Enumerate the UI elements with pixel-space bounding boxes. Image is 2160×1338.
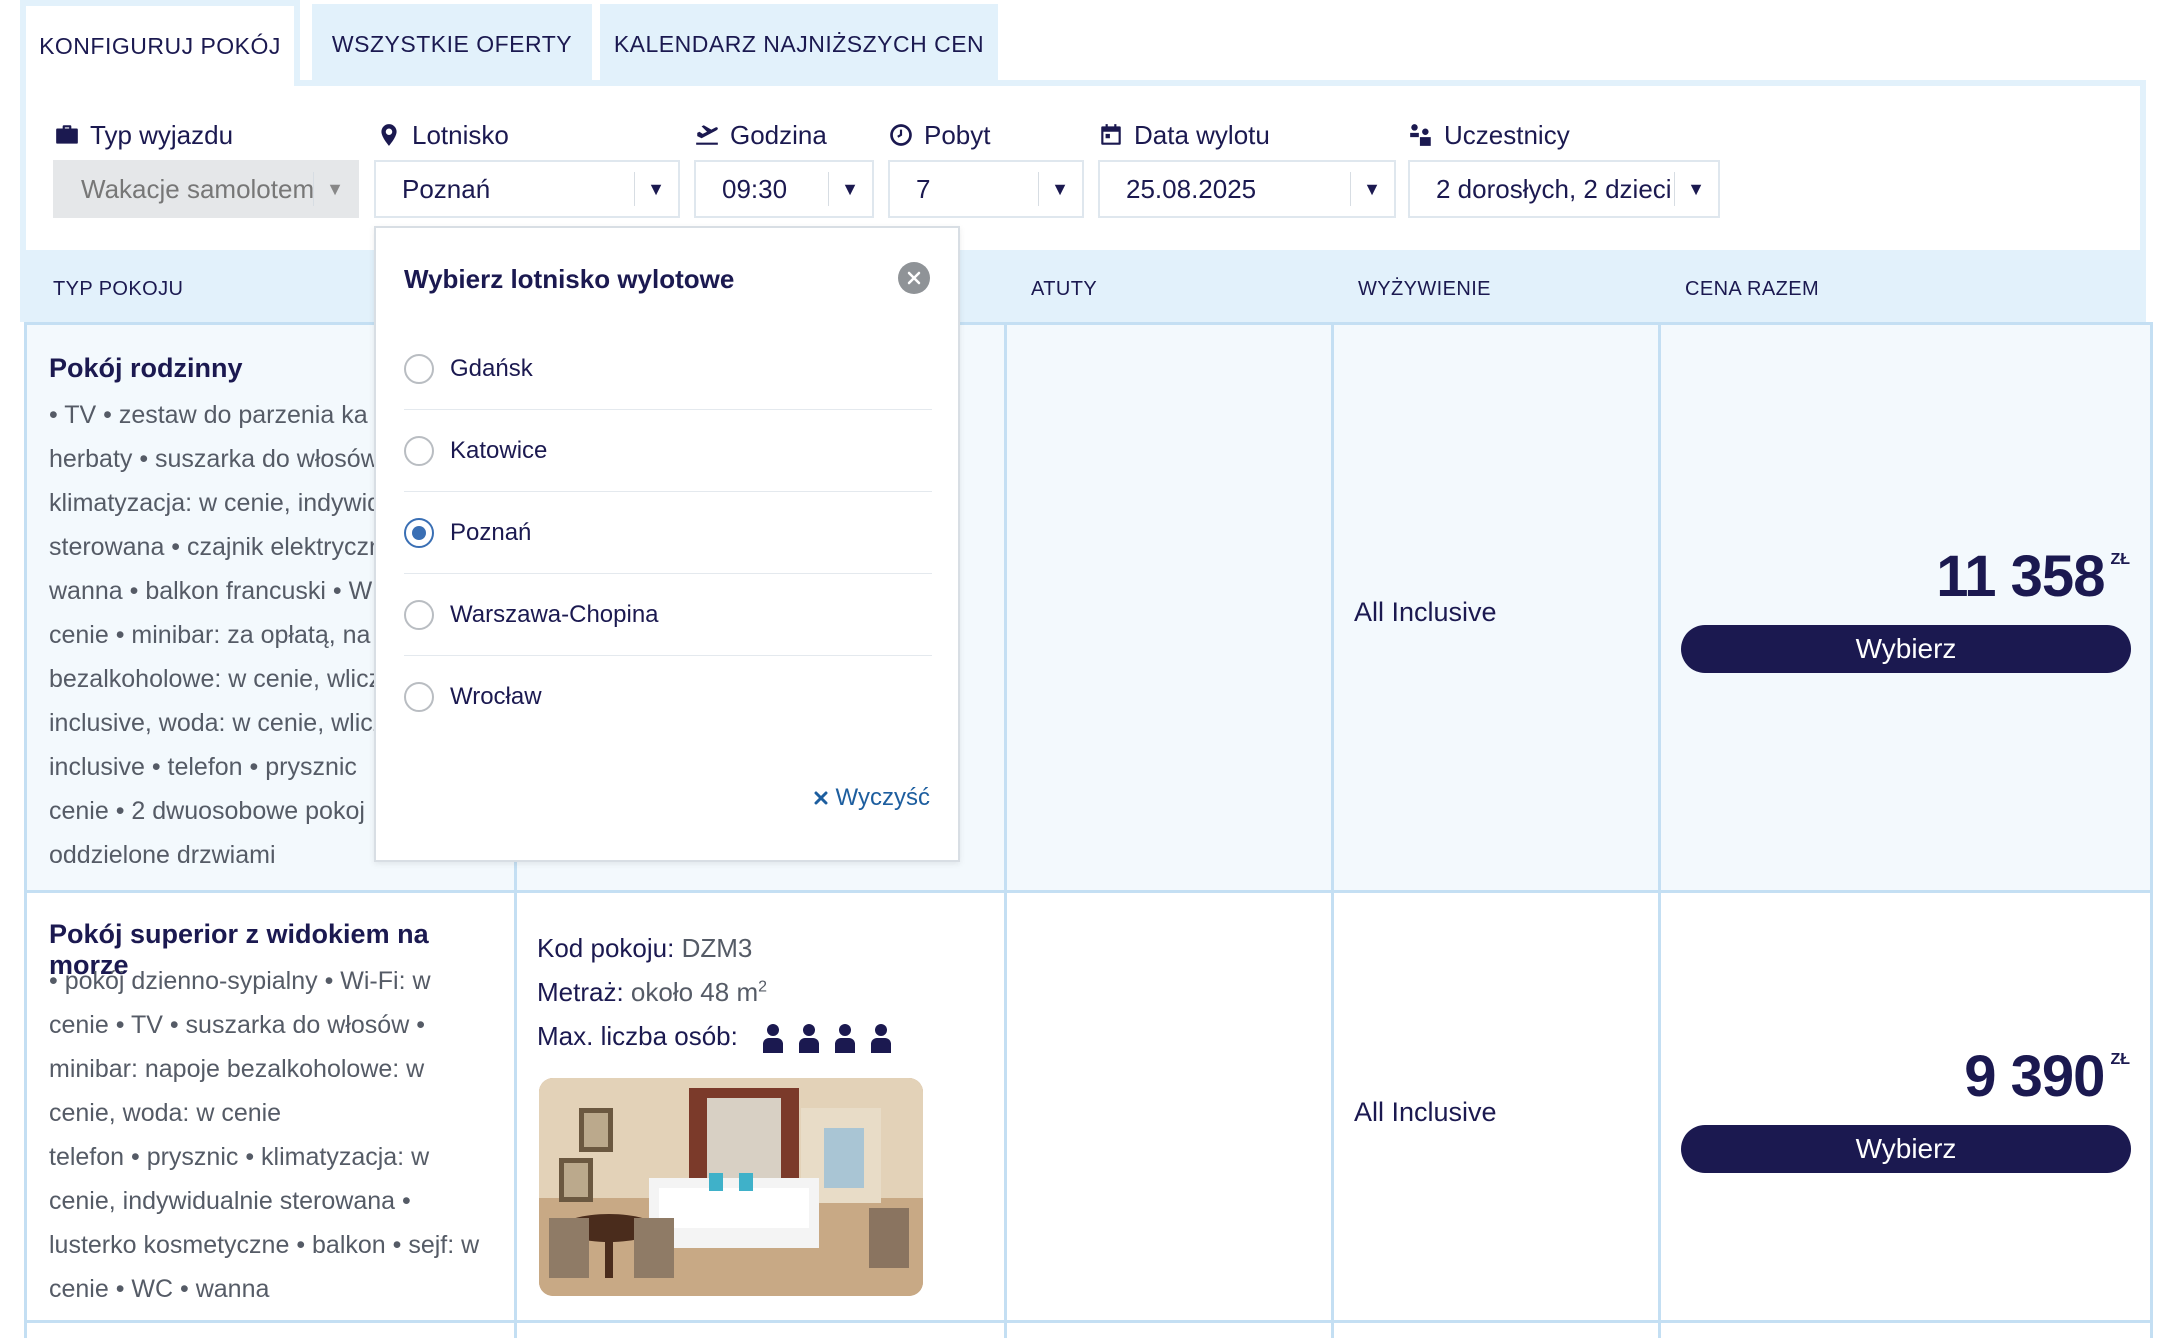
total-price: 11 358 ZŁ <box>1936 544 2130 609</box>
dropdown-title: Wybierz lotnisko wylotowe <box>404 264 735 294</box>
radio-button[interactable] <box>404 435 434 466</box>
radio-button-selected[interactable] <box>404 517 434 548</box>
airport-option-wroclaw[interactable]: Wrocław <box>404 656 932 738</box>
person-icon <box>871 1024 892 1054</box>
stay-label: Pobyt <box>888 118 991 152</box>
tab-lowest-price-calendar[interactable]: KALENDARZ NAJNIŻSZYCH CEN <box>600 4 998 84</box>
max-persons: Max. liczba osób: <box>537 1021 893 1054</box>
room-type-cell: Pokój superior z widokiem na morze • pok… <box>27 890 517 1320</box>
airport-option-katowice[interactable]: Katowice <box>404 410 932 492</box>
airport-option-poznan[interactable]: Poznań <box>404 492 932 574</box>
table-row: Pokój superior z widokiem na morze • pok… <box>24 890 2153 1320</box>
price-cell: 11 358 ZŁ Wybierz <box>1661 322 2153 890</box>
time-select[interactable]: 09:30 ▼ <box>694 160 874 218</box>
tab-all-offers[interactable]: WSZYSTKIE OFERTY <box>312 4 592 84</box>
airport-dropdown: Wybierz lotnisko wylotowe Gdańsk Katowic… <box>374 226 960 862</box>
price-cell <box>1661 1320 2153 1338</box>
clock-icon <box>890 124 912 146</box>
radio-button[interactable] <box>404 353 434 384</box>
select-room-button[interactable]: Wybierz <box>1681 1125 2131 1173</box>
total-price: 9 390 ZŁ <box>1964 1044 2130 1109</box>
chevron-down-icon: ▼ <box>828 162 872 216</box>
x-icon <box>814 791 828 805</box>
board-type: All Inclusive <box>1354 1097 1497 1127</box>
person-icon <box>763 1024 784 1054</box>
features-cell <box>1007 322 1334 890</box>
price-cell: 9 390 ZŁ Wybierz <box>1661 890 2153 1320</box>
briefcase-icon <box>56 125 78 144</box>
plane-takeoff-icon <box>696 125 718 145</box>
trip-type-select: Wakacje samolotem ▼ <box>53 160 359 218</box>
board-cell: All Inclusive <box>1334 890 1661 1320</box>
room-details-cell <box>517 1320 1007 1338</box>
chevron-down-icon: ▼ <box>1038 162 1082 216</box>
room-table: Pokój rodzinny • TV • zestaw do parzenia… <box>24 322 2153 1338</box>
chevron-down-icon: ▼ <box>634 162 678 216</box>
tab-configure-room[interactable]: KONFIGURUJ POKÓJ <box>20 0 300 86</box>
features-cell <box>1007 1320 1334 1338</box>
room-area: Metraż: około 48 m2 <box>537 977 768 1007</box>
room-details-cell: Kod pokoju: DZM3 Metraż: około 48 m2 Max… <box>517 890 1007 1320</box>
person-icons <box>761 1023 893 1054</box>
person-icon <box>799 1024 820 1054</box>
room-description: • pokój dzienno-sypialny • Wi-Fi: w ceni… <box>49 967 480 1303</box>
clear-button[interactable]: Wyczyść <box>814 784 930 812</box>
hotel-room-configurator: WSZYSTKIE OFERTY KALENDARZ NAJNIŻSZYCH C… <box>0 0 2160 1338</box>
room-photo-image <box>539 1078 923 1296</box>
chevron-down-icon: ▼ <box>1674 162 1718 216</box>
calendar-icon <box>1101 124 1121 145</box>
header-room-type: TYP POKOJU <box>53 278 184 300</box>
room-photo[interactable] <box>539 1078 923 1296</box>
airport-select[interactable]: Poznań ▼ <box>374 160 680 218</box>
select-room-button[interactable]: Wybierz <box>1681 625 2131 673</box>
chevron-down-icon: ▼ <box>313 162 357 216</box>
chevron-down-icon: ▼ <box>1350 162 1394 216</box>
departure-date-select[interactable]: 25.08.2025 ▼ <box>1098 160 1396 218</box>
time-label: Godzina <box>694 118 827 152</box>
header-board: WYŻYWIENIE <box>1358 278 1491 300</box>
trip-type-label: Typ wyjazdu <box>54 118 233 152</box>
features-cell <box>1007 890 1334 1320</box>
room-code: Kod pokoju: DZM3 <box>537 933 753 963</box>
board-type: All Inclusive <box>1354 597 1497 627</box>
stay-select[interactable]: 7 ▼ <box>888 160 1084 218</box>
airport-option-warszawa-chopina[interactable]: Warszawa-Chopina <box>404 574 932 656</box>
airport-label: Lotnisko <box>376 118 509 152</box>
departure-date-label: Data wylotu <box>1098 118 1270 152</box>
table-row <box>24 1320 2153 1338</box>
participants-select[interactable]: 2 dorosłych, 2 dzieci ▼ <box>1408 160 1720 218</box>
room-name: Pokój rodzinny <box>49 353 243 383</box>
airport-option-gdansk[interactable]: Gdańsk <box>404 328 932 410</box>
table-row: Pokój rodzinny • TV • zestaw do parzenia… <box>24 322 2153 890</box>
person-icon <box>835 1024 856 1054</box>
board-cell: All Inclusive <box>1334 322 1661 890</box>
board-cell <box>1334 1320 1661 1338</box>
map-pin-icon <box>381 124 397 146</box>
header-features: ATUTY <box>1031 278 1098 300</box>
people-icon <box>1410 124 1431 146</box>
participants-label: Uczestnicy <box>1408 118 1570 152</box>
radio-button[interactable] <box>404 599 434 630</box>
room-type-cell <box>27 1320 517 1338</box>
close-icon[interactable] <box>898 262 930 294</box>
header-total-price: CENA RAZEM <box>1685 278 1820 300</box>
radio-button[interactable] <box>404 682 434 712</box>
